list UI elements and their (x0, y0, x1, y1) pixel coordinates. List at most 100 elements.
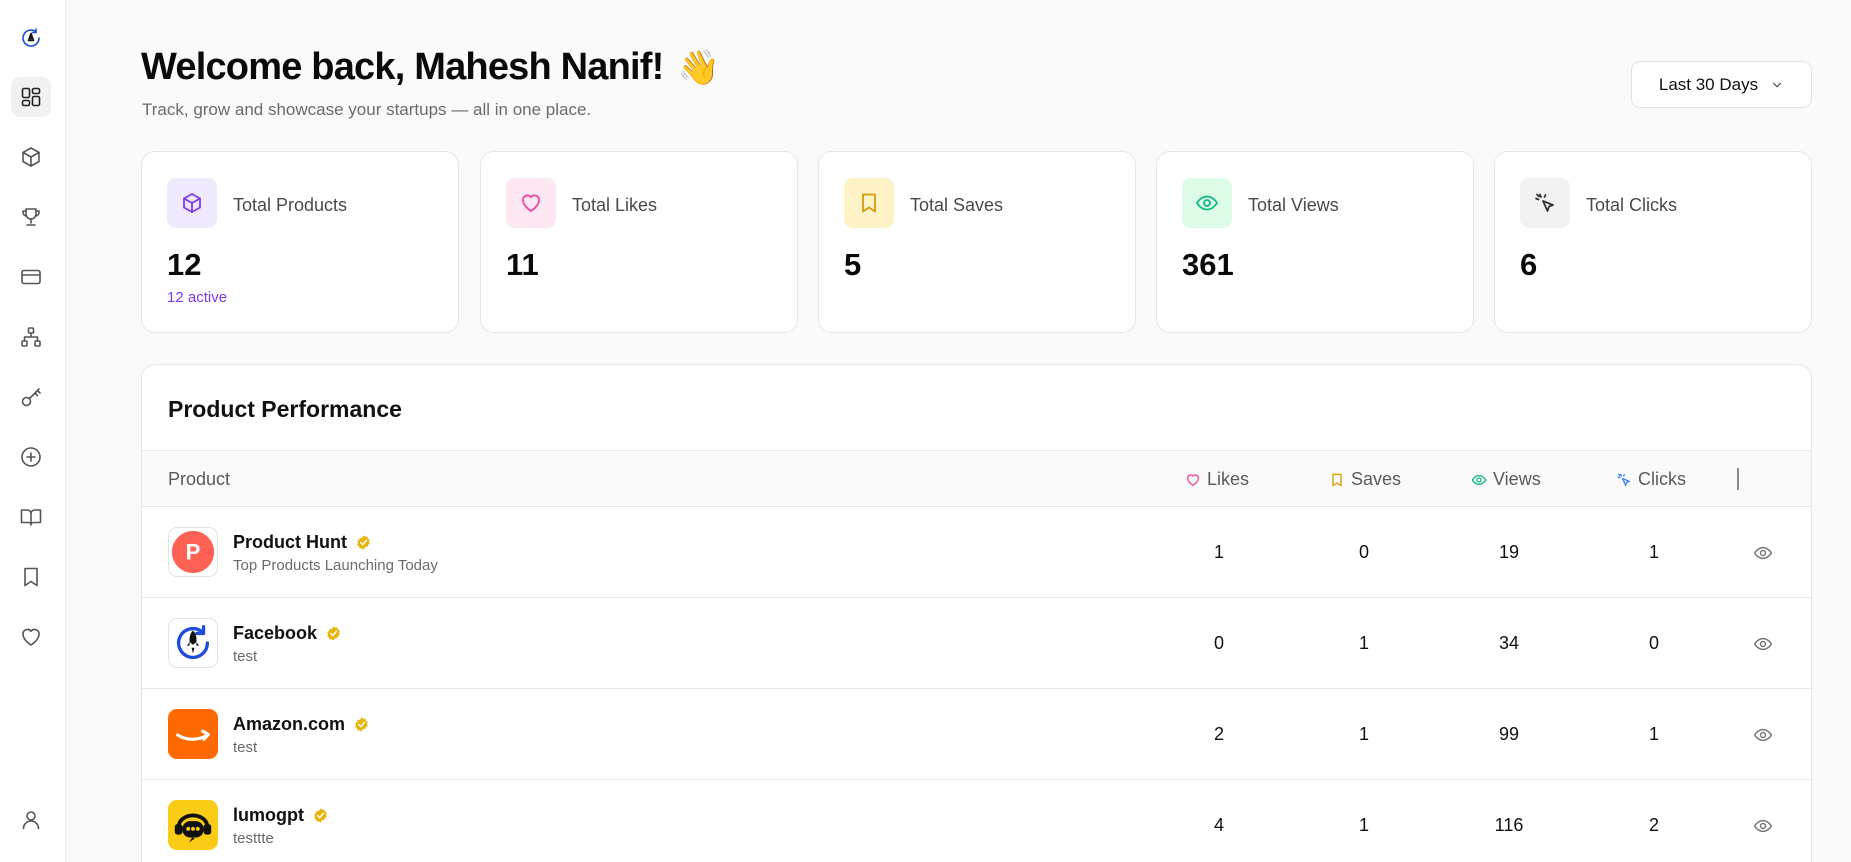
sidebar-item-saved[interactable] (11, 557, 51, 597)
wave-emoji: 👋 (677, 48, 720, 87)
cell-likes: 0 (1213, 633, 1224, 653)
logo-letter: P (186, 540, 201, 565)
table-row[interactable]: Amazon.com test 2 1 99 1 (142, 689, 1811, 780)
stat-value: 5 (844, 247, 862, 282)
stat-card-clicks: Total Clicks 6 (1494, 151, 1812, 333)
stat-card-saves: Total Saves 5 (818, 151, 1136, 333)
stat-value: 12 (167, 247, 202, 282)
product-name-text: Product Hunt (233, 532, 347, 552)
product-name[interactable]: Facebook (233, 623, 342, 644)
column-header-likes[interactable]: Likes (1185, 451, 1249, 508)
product-logo-lumogpt (168, 800, 218, 850)
stat-label: Total Likes (572, 195, 658, 215)
stat-label: Total Clicks (1586, 195, 1678, 215)
rocket-logo-icon (176, 625, 210, 660)
date-range-label: Last 30 Days (1658, 74, 1759, 94)
column-header-product: Product (168, 451, 230, 508)
sidebar-item-dashboard[interactable] (11, 77, 51, 117)
dashboard-icon (21, 87, 41, 107)
stat-value: 361 (1182, 247, 1234, 282)
verified-badge-icon (353, 716, 370, 733)
box-icon (22, 147, 40, 167)
plus-circle-icon (21, 447, 41, 467)
stat-value: 11 (506, 247, 539, 282)
column-header-clicks[interactable]: Clicks (1616, 451, 1686, 508)
sidebar (0, 0, 66, 862)
column-divider (1737, 468, 1739, 490)
page-title: Welcome back, Mahesh Nanif! 👋 (141, 46, 720, 89)
view-product-button[interactable] (1750, 540, 1776, 566)
column-header-saves[interactable]: Saves (1329, 451, 1401, 508)
product-performance-panel: Product Performance Product Likes Saves … (141, 364, 1812, 862)
amazon-logo-icon (176, 729, 210, 741)
panel-title: Product Performance (168, 396, 402, 422)
product-name[interactable]: lumogpt (233, 805, 329, 826)
eye-icon (1753, 637, 1773, 651)
stat-card-views: Total Views 361 (1156, 151, 1474, 333)
stat-icon-wrap (1520, 178, 1570, 228)
heart-icon (22, 628, 40, 646)
eye-icon (1471, 474, 1487, 485)
sidebar-item-profile[interactable] (11, 800, 51, 840)
view-product-button[interactable] (1750, 631, 1776, 657)
cell-views: 116 (1494, 815, 1524, 835)
table-row[interactable]: P Product Hunt Top Products Launching To… (142, 507, 1811, 598)
cell-clicks: 2 (1648, 815, 1659, 835)
cell-views: 34 (1498, 633, 1520, 653)
product-name[interactable]: Product Hunt (233, 532, 372, 553)
sidebar-item-docs[interactable] (11, 497, 51, 537)
view-product-button[interactable] (1750, 813, 1776, 839)
cell-views: 19 (1498, 542, 1520, 562)
stat-label: Total Products (233, 195, 348, 215)
product-logo-product-hunt: P (168, 527, 218, 577)
view-product-button[interactable] (1750, 722, 1776, 748)
verified-badge-icon (325, 625, 342, 642)
sidebar-item-add[interactable] (11, 437, 51, 477)
cursor-click-icon (1617, 473, 1630, 486)
page-subtitle: Track, grow and showcase your startups —… (142, 100, 592, 119)
sidebar-item-billing[interactable] (11, 257, 51, 297)
stat-icon-wrap (1182, 178, 1232, 228)
stat-card-products: Total Products 12 12 active (141, 151, 459, 333)
heart-icon (1187, 473, 1199, 486)
product-name-text: Amazon.com (233, 714, 346, 734)
product-description: Top Products Launching Today (233, 557, 438, 574)
stat-icon-wrap (506, 178, 556, 228)
eye-icon (1753, 819, 1773, 833)
table-row[interactable]: Facebook test 0 1 34 0 (142, 598, 1811, 689)
verified-badge-icon (355, 534, 372, 551)
sidebar-item-api-keys[interactable] (11, 377, 51, 417)
cell-clicks: 1 (1648, 542, 1659, 562)
column-header-views[interactable]: Views (1471, 451, 1541, 508)
product-logo-facebook (168, 618, 218, 668)
cell-saves: 0 (1358, 542, 1369, 562)
stat-subtext: 12 active (167, 289, 228, 306)
stat-card-likes: Total Likes 11 (480, 151, 798, 333)
stat-icon-wrap (167, 178, 217, 228)
sidebar-item-liked[interactable] (11, 617, 51, 657)
column-label: Likes (1207, 469, 1250, 489)
lumogpt-logo-icon (174, 813, 212, 843)
date-range-select[interactable]: Last 30 Days (1631, 61, 1812, 108)
stat-icon-wrap (844, 178, 894, 228)
product-name-text: Facebook (233, 623, 318, 643)
bookmark-icon (24, 567, 38, 587)
credit-card-icon (21, 269, 41, 285)
sidebar-item-structure[interactable] (11, 317, 51, 357)
column-label: Views (1493, 469, 1541, 489)
app-logo[interactable] (11, 18, 51, 58)
product-description: test (233, 739, 258, 756)
logo-icon (22, 28, 40, 47)
table-row[interactable]: lumogpt testtte 4 1 116 2 (142, 780, 1811, 862)
sidebar-item-awards[interactable] (11, 197, 51, 237)
stat-label: Total Saves (910, 195, 1004, 215)
eye-icon (1753, 728, 1773, 742)
product-logo-amazon (168, 709, 218, 759)
column-label: Saves (1351, 469, 1402, 489)
stat-label: Total Views (1248, 195, 1339, 215)
cell-saves: 1 (1358, 633, 1369, 653)
sidebar-item-products[interactable] (11, 137, 51, 177)
product-name[interactable]: Amazon.com (233, 714, 370, 735)
product-description: test (233, 648, 258, 665)
product-hunt-logo-icon: P (171, 530, 215, 574)
